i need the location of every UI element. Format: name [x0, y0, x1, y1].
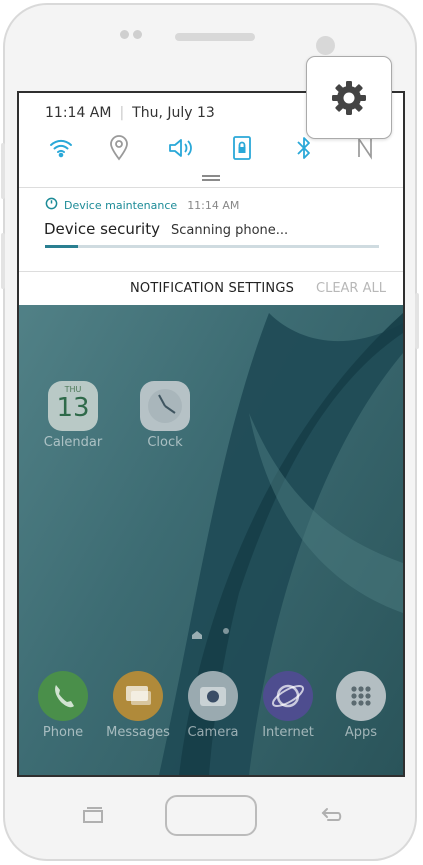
- notification-header: Device maintenance 11:14 AM: [45, 197, 239, 213]
- notification-title[interactable]: Device security: [44, 220, 160, 238]
- recent-apps-key[interactable]: [80, 806, 106, 824]
- clear-all-button[interactable]: CLEAR ALL: [316, 281, 386, 296]
- home-key[interactable]: [165, 795, 257, 836]
- app-calendar[interactable]: THU 13 Calendar: [38, 381, 108, 450]
- time-date-separator: |: [119, 105, 125, 121]
- bixby-side-button: [1, 143, 5, 199]
- notification-settings-button[interactable]: NOTIFICATION SETTINGS: [130, 281, 294, 296]
- page-dot: [223, 628, 229, 634]
- location-icon[interactable]: [104, 133, 134, 163]
- phone-icon: [38, 671, 88, 721]
- scan-progress-fill: [45, 245, 79, 248]
- dock-app-internet[interactable]: Internet: [253, 671, 323, 740]
- app-label: Phone: [42, 725, 84, 740]
- app-label: Internet: [262, 725, 314, 740]
- sensor-dot: [120, 30, 129, 39]
- notification-app-name: Device maintenance: [64, 198, 178, 212]
- panel-divider: [19, 271, 403, 272]
- gear-icon: [332, 80, 366, 115]
- device-maintenance-icon: [45, 197, 58, 213]
- internet-icon: [263, 671, 313, 721]
- app-label: Calendar: [43, 435, 103, 450]
- wifi-icon[interactable]: [46, 133, 76, 163]
- scan-progress-bar: [45, 245, 379, 248]
- power-side-button: [415, 293, 419, 349]
- calendar-day-number: 13: [56, 393, 90, 423]
- messages-icon: [113, 671, 163, 721]
- panel-drag-handle[interactable]: [202, 175, 220, 181]
- app-clock[interactable]: Clock: [130, 381, 200, 450]
- dock-app-camera[interactable]: Camera: [178, 671, 248, 740]
- front-camera: [316, 36, 335, 55]
- earpiece-speaker: [175, 33, 255, 41]
- clock-icon: [140, 381, 190, 431]
- panel-divider: [19, 187, 403, 188]
- home-page-indicator: [191, 625, 203, 639]
- calendar-icon: THU 13: [48, 381, 98, 431]
- notification-time: 11:14 AM: [187, 198, 240, 212]
- app-label: Apps: [344, 725, 378, 740]
- panel-status-row: 11:14 AM | Thu, July 13: [45, 105, 215, 121]
- phone-screen: THU 13 Calendar Clock Phone Messages Cam…: [17, 91, 405, 777]
- sound-icon[interactable]: [166, 133, 196, 163]
- settings-button[interactable]: [306, 56, 392, 139]
- notification-text[interactable]: Scanning phone...: [171, 223, 288, 238]
- app-label: Messages: [106, 725, 170, 740]
- apps-grid-icon: [336, 671, 386, 721]
- app-label: Clock: [147, 435, 183, 450]
- dock-app-messages[interactable]: Messages: [103, 671, 173, 740]
- date-text: Thu, July 13: [132, 105, 215, 121]
- camera-icon: [188, 671, 238, 721]
- sensor-dot: [133, 30, 142, 39]
- dock-app-apps[interactable]: Apps: [326, 671, 396, 740]
- dock-app-phone[interactable]: Phone: [28, 671, 98, 740]
- screen-rotation-lock-icon[interactable]: [227, 133, 257, 163]
- clock-time: 11:14 AM: [45, 105, 112, 121]
- volume-side-button: [1, 233, 5, 289]
- app-label: Camera: [187, 725, 239, 740]
- back-key[interactable]: [318, 806, 344, 824]
